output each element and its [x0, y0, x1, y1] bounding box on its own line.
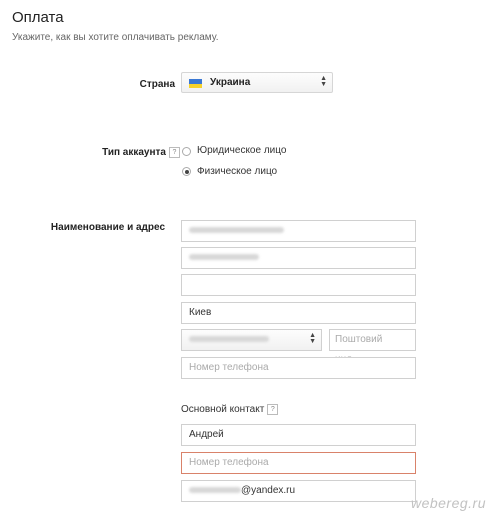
country-select[interactable]: Украина ▲ ▼	[181, 72, 333, 93]
email-domain: @yandex.ru	[241, 485, 296, 496]
radio-legal-entity[interactable]	[182, 147, 191, 156]
address-field[interactable]	[181, 247, 416, 269]
ukraine-flag-icon	[189, 79, 202, 88]
city-field[interactable]: Киев	[181, 302, 416, 324]
name-value-redacted	[189, 227, 284, 234]
contact-email-field[interactable]: @yandex.ru	[181, 480, 416, 502]
postal-code-input[interactable]: Поштовий инд...	[329, 329, 416, 365]
select-arrows-icon: ▲ ▼	[320, 75, 327, 88]
contact-label-row: Основной контакт?	[181, 404, 279, 415]
help-icon[interactable]: ?	[169, 147, 180, 158]
help-icon[interactable]: ?	[267, 404, 279, 415]
region-value-redacted	[189, 336, 269, 343]
phone-input[interactable]: Номер телефона	[181, 357, 416, 379]
address-line2-field[interactable]	[181, 274, 416, 296]
contact-name-field[interactable]: Андрей	[181, 424, 416, 446]
country-label: Страна	[139, 79, 175, 90]
country-value: Украина	[210, 77, 251, 88]
name-field[interactable]	[181, 220, 416, 242]
email-user-redacted	[189, 487, 241, 494]
watermark: webereg.ru	[410, 495, 486, 511]
account-type-label-row: Тип аккаунта?	[60, 147, 180, 158]
account-type-label: Тип аккаунта	[102, 147, 166, 158]
radio-legal-entity-label[interactable]: Юридическое лицо	[197, 145, 286, 156]
name-address-label: Наименование и адрес	[50, 222, 165, 233]
radio-individual-label[interactable]: Физическое лицо	[197, 166, 277, 177]
radio-individual[interactable]	[182, 167, 191, 176]
main-contact-label: Основной контакт	[181, 404, 265, 415]
contact-phone-input[interactable]: Номер телефона	[181, 452, 416, 474]
region-select[interactable]: ▲ ▼	[181, 329, 322, 351]
address-value-redacted	[189, 254, 259, 261]
select-arrows-icon: ▲ ▼	[309, 332, 316, 345]
page-subtitle: Укажите, как вы хотите оплачивать реклам…	[12, 32, 219, 43]
page-title: Оплата	[12, 9, 64, 26]
